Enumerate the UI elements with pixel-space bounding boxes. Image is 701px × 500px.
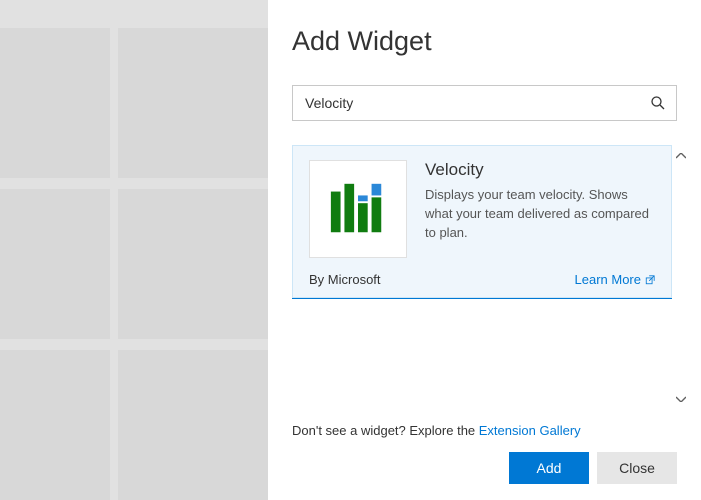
grid-tile <box>118 350 268 500</box>
grid-tile <box>0 28 110 178</box>
widget-card-velocity[interactable]: Velocity Displays your team velocity. Sh… <box>292 145 672 298</box>
grid-tile <box>118 28 268 178</box>
scroll-up-icon[interactable] <box>672 147 689 164</box>
widget-list: Velocity Displays your team velocity. Sh… <box>292 145 672 409</box>
footer-buttons: Add Close <box>292 452 677 484</box>
add-widget-panel: Add Widget <box>268 0 701 500</box>
publisher-name: Microsoft <box>328 272 381 287</box>
close-button[interactable]: Close <box>597 452 677 484</box>
velocity-chart-icon <box>327 178 389 240</box>
external-link-icon <box>645 275 655 285</box>
extension-gallery-link[interactable]: Extension Gallery <box>479 423 581 438</box>
add-button[interactable]: Add <box>509 452 589 484</box>
add-widget-dialog: Add Widget <box>0 0 701 500</box>
widget-thumbnail <box>309 160 407 258</box>
publisher-prefix: By <box>309 272 328 287</box>
hint-text: Don't see a widget? Explore the <box>292 423 479 438</box>
grid-tile <box>0 350 110 500</box>
search-icon <box>650 95 666 111</box>
grid-tile <box>0 189 110 339</box>
search-box[interactable] <box>292 85 677 121</box>
widget-publisher: By Microsoft <box>309 272 381 287</box>
search-container <box>292 85 677 121</box>
scroll-down-icon[interactable] <box>672 390 689 407</box>
widget-title: Velocity <box>425 160 655 180</box>
learn-more-label: Learn More <box>575 272 641 287</box>
panel-title: Add Widget <box>268 0 701 57</box>
widget-description: Displays your team velocity. Shows what … <box>425 186 655 243</box>
search-input[interactable] <box>305 95 650 111</box>
results-area: Velocity Displays your team velocity. Sh… <box>292 145 689 409</box>
footer-hint: Don't see a widget? Explore the Extensio… <box>292 423 677 438</box>
panel-footer: Don't see a widget? Explore the Extensio… <box>268 409 701 500</box>
learn-more-link[interactable]: Learn More <box>575 272 655 287</box>
scrollbar[interactable] <box>672 145 689 409</box>
selection-underline <box>292 298 672 299</box>
grid-tile <box>118 189 268 339</box>
dashboard-grid-background <box>0 0 268 500</box>
